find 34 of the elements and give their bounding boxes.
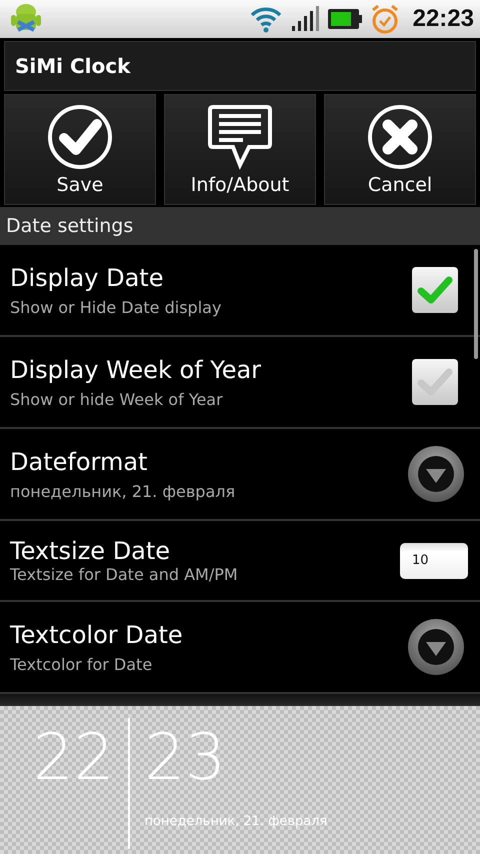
preference-title: Display Week of Year	[10, 356, 262, 384]
clock-date: понедельник, 21. февраля	[144, 814, 328, 829]
scrollbar[interactable]	[474, 249, 478, 359]
preference-title: Display Date	[10, 264, 164, 292]
preference-summary: Textsize for Date and AM/PM	[10, 565, 239, 584]
preference-title: Textcolor Date	[10, 620, 184, 648]
preference-summary: Show or Hide Date display	[10, 298, 222, 316]
checkbox[interactable]	[412, 267, 458, 313]
checkbox[interactable]	[412, 359, 458, 405]
wifi-icon	[248, 5, 283, 33]
clock-hours: 22	[33, 726, 114, 790]
preference-item[interactable]: Textsize Date Textsize for Date and AM/PM 10	[0, 521, 480, 602]
preference-summary: Textcolor for Date	[10, 654, 154, 674]
clock-minutes: 23	[144, 726, 227, 790]
preference-item[interactable]: Display Week of Year Show or hide Week of Year	[0, 337, 480, 429]
alarm-clock-icon	[370, 4, 399, 34]
preference-summary: понедельник, 21. февраля	[10, 482, 236, 500]
preference-title: Textsize Date	[10, 537, 172, 565]
preference-title: Dateformat	[10, 448, 148, 476]
close-icon	[367, 104, 433, 170]
save-button[interactable]: Save	[4, 94, 156, 205]
preference-item[interactable]: Dateformat понедельник, 21. февраля	[0, 429, 480, 521]
number-field[interactable]: 10	[400, 542, 468, 578]
battery-icon	[326, 8, 363, 30]
info-button[interactable]: Info/About	[164, 94, 316, 205]
checkmark-circle-icon	[47, 104, 113, 170]
speech-bubble-icon	[207, 104, 273, 170]
cancel-button[interactable]: Cancel	[324, 94, 476, 205]
app-title: SiMi Clock	[15, 54, 130, 78]
preference-item[interactable]: Display Date Show or Hide Date display	[0, 245, 480, 337]
signal-icon	[290, 6, 319, 32]
status-time: 22:23	[412, 5, 474, 33]
section-header: Date settings	[0, 207, 480, 245]
preference-summary: Show or hide Week of Year	[10, 390, 224, 408]
